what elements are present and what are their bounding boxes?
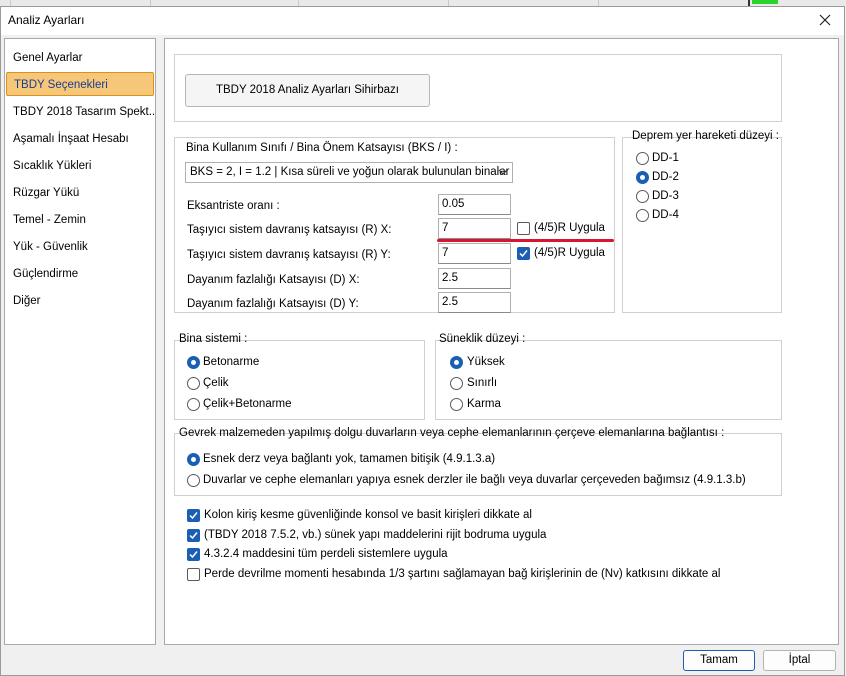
check-icon bbox=[189, 512, 198, 520]
title-bar: Analiz Ayarları bbox=[1, 7, 844, 35]
rigid-basement-checkbox[interactable] bbox=[187, 529, 200, 542]
dd3-radio[interactable] bbox=[636, 190, 649, 203]
sidebar-item-other[interactable]: Diğer bbox=[6, 289, 154, 313]
analysis-wizard-button[interactable]: TBDY 2018 Analiz Ayarları Sihirbazı bbox=[185, 74, 430, 107]
settings-panel: TBDY 2018 Analiz Ayarları Sihirbazı Bina… bbox=[164, 38, 839, 645]
building-system-label: Bina sistemi : bbox=[179, 333, 248, 345]
window-title: Analiz Ayarları bbox=[8, 13, 85, 27]
high-ductility-radio[interactable] bbox=[450, 356, 463, 369]
dd4-label: DD-4 bbox=[652, 209, 679, 221]
r-y-apply-label: (4/5)R Uygula bbox=[534, 247, 605, 259]
independent-wall-radio[interactable] bbox=[187, 474, 200, 487]
chevron-down-icon bbox=[498, 169, 508, 175]
building-class-value: BKS = 2, I = 1.2 | Kısa süreli ve yoğun … bbox=[190, 166, 510, 178]
dd3-label: DD-3 bbox=[652, 190, 679, 202]
r-x-apply-checkbox[interactable] bbox=[517, 222, 530, 235]
sidebar-item-general[interactable]: Genel Ayarlar bbox=[6, 46, 154, 70]
sidebar-item-tbdy-options[interactable]: TBDY Seçenekleri bbox=[6, 72, 154, 96]
sidebar-item-foundation-soil[interactable]: Temel - Zemin bbox=[6, 208, 154, 232]
sidebar-item-load-safety[interactable]: Yük - Güvenlik bbox=[6, 235, 154, 259]
check-icon bbox=[519, 250, 528, 258]
infill-connection-label: Gevrek malzemeden yapılmış dolgu duvarla… bbox=[179, 427, 725, 439]
high-ductility-label: Yüksek bbox=[467, 356, 505, 368]
cantilever-beam-checkbox[interactable] bbox=[187, 509, 200, 522]
r-x-label: Taşıyıcı sistem davranış katsayısı (R) X… bbox=[187, 224, 392, 236]
d-y-input[interactable]: 2.5 bbox=[438, 292, 511, 313]
mixed-ductility-label: Karma bbox=[467, 398, 501, 410]
dd2-label: DD-2 bbox=[652, 171, 679, 183]
r-x-input[interactable]: 7 bbox=[438, 218, 511, 239]
shear-wall-rule-checkbox[interactable] bbox=[187, 548, 200, 561]
ductility-label: Süneklik düzeyi : bbox=[439, 333, 526, 345]
d-x-input[interactable]: 2.5 bbox=[438, 268, 511, 289]
analysis-settings-dialog: Analiz Ayarları Genel Ayarlar TBDY Seçen… bbox=[0, 6, 845, 676]
check-icon bbox=[189, 532, 198, 540]
d-y-label: Dayanım fazlalığı Katsayısı (D) Y: bbox=[187, 298, 359, 310]
earthquake-level-label: Deprem yer hareketi düzeyi : bbox=[632, 130, 780, 142]
close-icon[interactable] bbox=[814, 9, 836, 31]
sidebar-item-design-spectrum[interactable]: TBDY 2018 Tasarım Spekt... bbox=[6, 100, 154, 124]
concrete-label: Betonarme bbox=[203, 356, 260, 368]
r-y-label: Taşıyıcı sistem davranış katsayısı (R) Y… bbox=[187, 249, 391, 261]
cantilever-beam-label: Kolon kiriş kesme güvenliğinde konsol ve… bbox=[204, 509, 532, 521]
sidebar-item-staged-construction[interactable]: Aşamalı İnşaat Hesabı bbox=[6, 127, 154, 151]
building-class-select[interactable]: BKS = 2, I = 1.2 | Kısa süreli ve yoğun … bbox=[185, 162, 513, 183]
dd1-label: DD-1 bbox=[652, 152, 679, 164]
sidebar-item-temperature-loads[interactable]: Sıcaklık Yükleri bbox=[6, 154, 154, 178]
steel-concrete-radio[interactable] bbox=[187, 398, 200, 411]
building-class-label: Bina Kullanım Sınıfı / Bina Önem Katsayı… bbox=[186, 142, 458, 154]
flexible-joint-label: Esnek derz veya bağlantı yok, tamamen bi… bbox=[203, 453, 496, 465]
overturning-moment-label: Perde devrilme momenti hesabında 1/3 şar… bbox=[204, 568, 721, 580]
d-x-label: Dayanım fazlalığı Katsayısı (D) X: bbox=[187, 274, 360, 286]
dd2-radio[interactable] bbox=[636, 171, 649, 184]
dd1-radio[interactable] bbox=[636, 152, 649, 165]
rigid-basement-label: (TBDY 2018 7.5.2, vb.) sünek yapı maddel… bbox=[204, 529, 547, 541]
flexible-joint-radio[interactable] bbox=[187, 453, 200, 466]
overturning-moment-checkbox[interactable] bbox=[187, 568, 200, 581]
cancel-button[interactable]: İptal bbox=[763, 650, 836, 671]
red-underline bbox=[437, 239, 614, 242]
check-icon bbox=[189, 551, 198, 559]
eccentricity-label: Eksantriste oranı : bbox=[187, 200, 280, 212]
sidebar-item-wind-load[interactable]: Rüzgar Yükü bbox=[6, 181, 154, 205]
limited-ductility-label: Sınırlı bbox=[467, 377, 498, 389]
concrete-radio[interactable] bbox=[187, 356, 200, 369]
settings-sidebar: Genel Ayarlar TBDY Seçenekleri TBDY 2018… bbox=[4, 38, 156, 645]
shear-wall-rule-label: 4.3.2.4 maddesini tüm perdeli sistemlere… bbox=[204, 548, 448, 560]
steel-label: Çelik bbox=[203, 377, 229, 389]
r-x-apply-label: (4/5)R Uygula bbox=[534, 222, 605, 234]
steel-radio[interactable] bbox=[187, 377, 200, 390]
r-y-input[interactable]: 7 bbox=[438, 243, 511, 264]
eccentricity-input[interactable]: 0.05 bbox=[438, 194, 511, 215]
independent-wall-label: Duvarlar ve cephe elemanları yapıya esne… bbox=[203, 474, 746, 486]
limited-ductility-radio[interactable] bbox=[450, 377, 463, 390]
ok-button[interactable]: Tamam bbox=[683, 650, 755, 671]
dd4-radio[interactable] bbox=[636, 209, 649, 222]
sidebar-item-strengthening[interactable]: Güçlendirme bbox=[6, 262, 154, 286]
mixed-ductility-radio[interactable] bbox=[450, 398, 463, 411]
steel-concrete-label: Çelik+Betonarme bbox=[203, 398, 292, 410]
r-y-apply-checkbox[interactable] bbox=[517, 247, 530, 260]
